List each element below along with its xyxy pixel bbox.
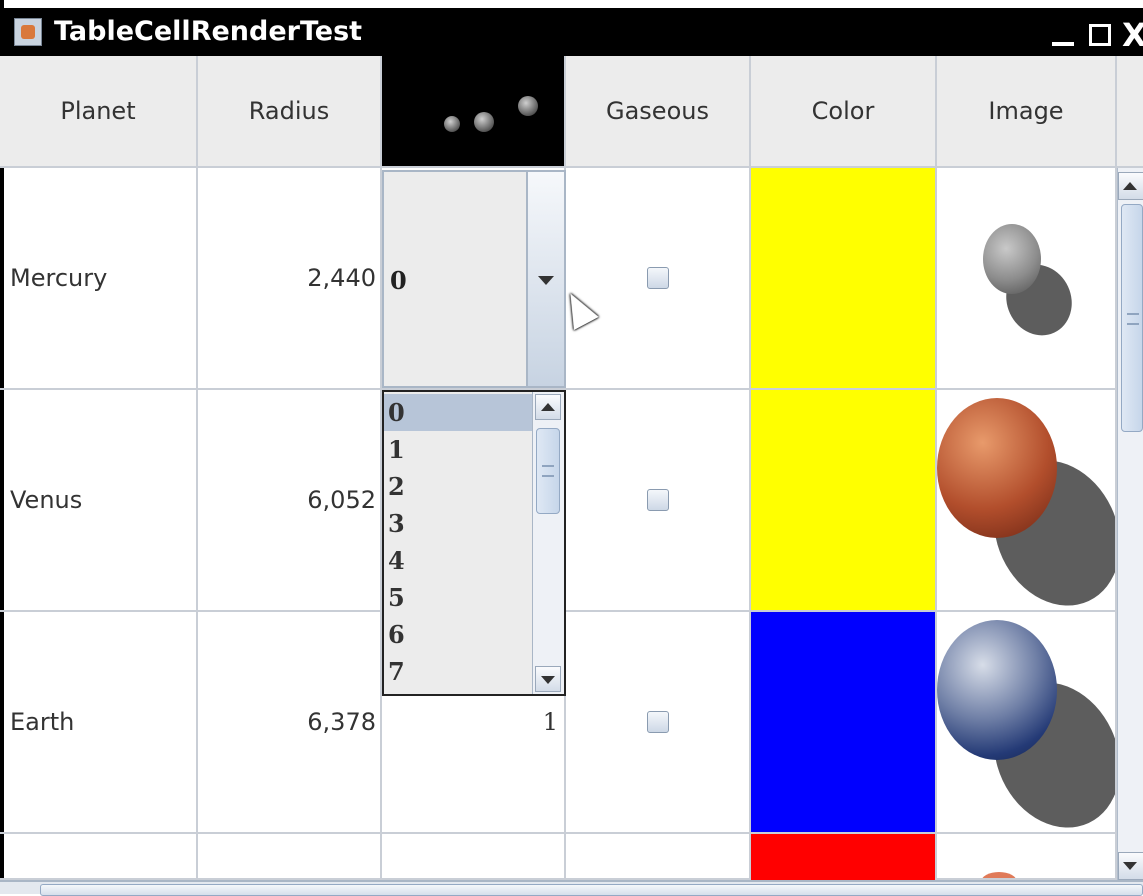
cell-image[interactable] xyxy=(937,390,1117,612)
column-header-label: Image xyxy=(988,97,1064,125)
cell-image[interactable] xyxy=(937,612,1117,834)
moon-icon xyxy=(474,112,494,132)
column-header-label: Color xyxy=(811,97,875,125)
column-header-moons[interactable] xyxy=(382,56,566,168)
table-vertical-scrollbar[interactable] xyxy=(1117,168,1143,880)
gaseous-checkbox[interactable] xyxy=(646,267,669,289)
list-item[interactable]: 6 xyxy=(384,616,534,653)
scroll-up-button[interactable] xyxy=(535,394,561,420)
list-item[interactable]: 1 xyxy=(384,431,534,468)
moon-icon xyxy=(518,96,538,116)
header-corner xyxy=(1117,56,1143,168)
list-item[interactable]: 0 xyxy=(384,394,534,431)
color-swatch xyxy=(751,612,935,832)
cell-planet[interactable]: Venus xyxy=(0,390,198,612)
table-row[interactable] xyxy=(0,834,1117,880)
scroll-down-button[interactable] xyxy=(1118,852,1143,880)
mars-image xyxy=(981,872,1017,878)
earth-image xyxy=(937,620,1057,760)
column-header-radius[interactable]: Radius xyxy=(198,56,382,168)
color-swatch xyxy=(751,390,935,610)
column-header-image[interactable]: Image xyxy=(937,56,1117,168)
cell-color[interactable] xyxy=(751,168,937,390)
cell-planet[interactable]: Earth xyxy=(0,612,198,834)
mercury-image xyxy=(983,224,1041,294)
close-button[interactable]: X xyxy=(1122,19,1143,51)
list-item[interactable]: 3 xyxy=(384,505,534,542)
list-item[interactable]: 7 xyxy=(384,653,534,690)
scrollbar-thumb[interactable] xyxy=(536,428,560,514)
cell-radius[interactable]: 6,052 xyxy=(198,390,382,612)
column-header-label: Radius xyxy=(248,97,330,125)
column-header-label: Gaseous xyxy=(606,97,709,125)
scrollbar-thumb[interactable] xyxy=(1121,204,1143,432)
cell-gaseous[interactable] xyxy=(566,168,751,390)
cell-gaseous[interactable] xyxy=(566,612,751,834)
cell-color[interactable] xyxy=(751,834,937,880)
column-header-planet[interactable]: Planet xyxy=(0,56,198,168)
venus-image xyxy=(937,398,1057,538)
title-bar[interactable]: TableCellRenderTest X xyxy=(4,0,1143,56)
gaseous-checkbox[interactable] xyxy=(646,711,669,733)
cell-planet[interactable]: Mercury xyxy=(0,168,198,390)
table-header: Planet Radius Gaseous Color Image xyxy=(0,56,1117,168)
cell-gaseous[interactable] xyxy=(566,390,751,612)
cell-planet[interactable] xyxy=(0,834,198,880)
color-swatch xyxy=(751,168,935,388)
cell-image[interactable] xyxy=(937,834,1117,880)
java-app-icon xyxy=(14,18,42,46)
cell-gaseous[interactable] xyxy=(566,834,751,880)
gaseous-checkbox[interactable] xyxy=(646,489,669,511)
cell-color[interactable] xyxy=(751,390,937,612)
scroll-up-button[interactable] xyxy=(1118,172,1143,200)
window-title: TableCellRenderTest xyxy=(54,16,363,47)
scroll-down-button[interactable] xyxy=(535,666,561,692)
column-header-gaseous[interactable]: Gaseous xyxy=(566,56,751,168)
cell-radius[interactable]: 6,378 xyxy=(198,612,382,834)
cell-color[interactable] xyxy=(751,612,937,834)
scrollbar-thumb[interactable] xyxy=(40,884,1143,896)
column-header-color[interactable]: Color xyxy=(751,56,937,168)
combo-dropdown-button[interactable] xyxy=(526,172,564,386)
list-item[interactable]: 5 xyxy=(384,579,534,616)
list-item[interactable]: 4 xyxy=(384,542,534,579)
maximize-button[interactable] xyxy=(1085,20,1115,50)
cell-radius[interactable] xyxy=(198,834,382,880)
cell-radius[interactable]: 2,440 xyxy=(198,168,382,390)
combo-selected-value: 0 xyxy=(390,266,407,295)
cell-image[interactable] xyxy=(937,168,1117,390)
popup-scrollbar[interactable] xyxy=(532,392,564,694)
cell-moons[interactable] xyxy=(382,834,566,880)
combo-popup-list[interactable]: 0 1 2 3 4 5 6 7 xyxy=(382,390,566,696)
moons-combo-box[interactable]: 0 xyxy=(382,170,566,388)
list-item[interactable]: 2 xyxy=(384,468,534,505)
table-horizontal-scrollbar[interactable] xyxy=(0,880,1143,896)
color-swatch xyxy=(751,834,935,880)
minimize-button[interactable] xyxy=(1048,20,1078,50)
moon-icon xyxy=(444,116,460,132)
column-header-label: Planet xyxy=(60,97,136,125)
